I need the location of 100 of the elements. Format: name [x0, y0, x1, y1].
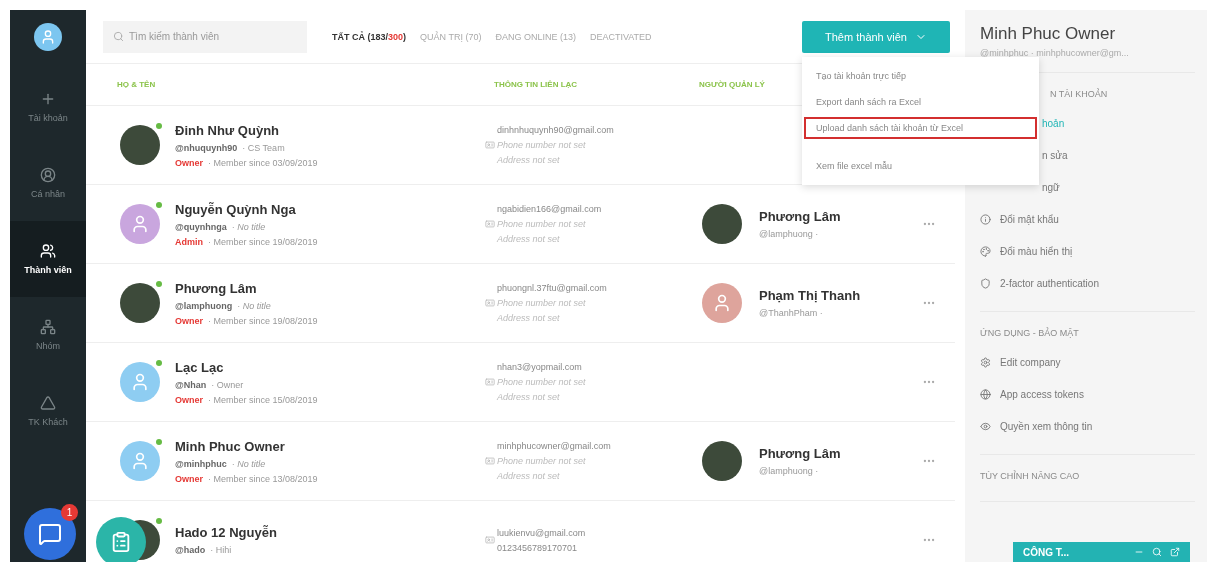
- member-since: · Member since 19/08/2019: [208, 236, 318, 247]
- phone-text: Phone number not set: [497, 456, 587, 466]
- member-name: Hado 12 Nguyễn: [175, 525, 278, 540]
- email-text: ngabidien166@gmail.com: [497, 204, 603, 214]
- notification-badge: 1: [61, 504, 78, 521]
- contact-card-icon: [485, 298, 495, 308]
- filter-tab[interactable]: QUẢN TRỊ (70): [420, 31, 482, 42]
- member-handle: @lamphuong: [175, 300, 233, 311]
- photo-placeholder: [120, 125, 160, 165]
- company-label: CÔNG T...: [1023, 546, 1070, 558]
- member-since: · Member since 15/08/2019: [208, 394, 318, 405]
- member-handle: @quynhnga: [175, 221, 227, 232]
- member-name: Đinh Như Quỳnh: [175, 122, 280, 138]
- member-title: · No title: [231, 458, 266, 469]
- menu-item[interactable]: Upload danh sách tài khoản từ Excel: [802, 114, 1039, 141]
- hierarchy-icon: [40, 319, 56, 335]
- sidebar-label: Nhóm: [36, 341, 60, 351]
- address-text: Address not set: [497, 313, 561, 323]
- external-link-icon[interactable]: [1170, 547, 1180, 557]
- email-text: nhan3@yopmail.com: [497, 362, 583, 372]
- address-text: Address not set: [497, 471, 561, 481]
- member-since: · Member since 13/08/2019: [208, 473, 318, 484]
- section-title: ỨNG DỤNG - BẢO MẬT: [980, 328, 1080, 338]
- section-title: N TÀI KHOẢN: [1049, 89, 1109, 99]
- member-title: · CS Team: [242, 142, 285, 153]
- sidebar-label: Thành viên: [24, 265, 72, 275]
- settings-item[interactable]: Đổi màu hiển thị: [980, 235, 1195, 267]
- phone-text: Phone number not set: [497, 377, 587, 387]
- eye-icon: [980, 420, 991, 432]
- person-icon: [130, 214, 150, 234]
- contact-card-icon: [485, 456, 495, 466]
- settings-item[interactable]: App access tokens: [980, 378, 1195, 410]
- search-field[interactable]: Tìm kiếm thành viên: [103, 20, 307, 53]
- manager-handle: @ThanhPham ·: [759, 308, 824, 318]
- triangle-icon: [40, 395, 56, 411]
- manager-name: Phương Lâm: [759, 446, 841, 461]
- palette-icon: [980, 245, 991, 257]
- sidebar-item[interactable]: Cá nhân: [10, 145, 86, 221]
- person-icon: [40, 167, 56, 183]
- sidebar-item[interactable]: Tài khoản: [10, 69, 86, 145]
- member-role: Owner: [175, 473, 203, 484]
- member-role: Owner: [175, 394, 203, 405]
- photo-placeholder: [120, 283, 160, 323]
- email-text: dinhnhuquynh90@gmail.com: [497, 125, 615, 135]
- member-title: · No title: [237, 300, 271, 311]
- person-icon: [130, 372, 150, 392]
- company-bar[interactable]: CÔNG T...: [1013, 542, 1190, 562]
- column-header: NGƯỜI QUẢN LÝ: [699, 80, 766, 89]
- info-icon: [980, 213, 991, 225]
- profile-name: Minh Phuc Owner: [980, 24, 1117, 44]
- member-role: Owner: [175, 157, 203, 168]
- contact-card-icon: [485, 219, 495, 229]
- manager-name: Phạm Thị Thanh: [759, 288, 861, 303]
- globe-icon: [980, 388, 991, 400]
- person-icon: [712, 293, 732, 313]
- member-title: · Hihi: [210, 545, 232, 555]
- sidebar-item[interactable]: TK Khách: [10, 373, 86, 449]
- settings-icon: [980, 356, 991, 368]
- sidebar-label: TK Khách: [28, 417, 68, 427]
- member-name: Minh Phuc Owner: [175, 438, 286, 454]
- member-handle: @hado: [175, 545, 206, 555]
- member-since: · Member since 19/08/2019: [208, 315, 318, 326]
- plus-icon: [40, 91, 56, 107]
- phone-text: 0123456789170701: [497, 542, 579, 553]
- settings-item[interactable]: Quyền xem thông tin: [980, 410, 1195, 442]
- column-header: THÔNG TIN LIÊN LẠC: [494, 80, 579, 89]
- settings-item[interactable]: 2-factor authentication: [980, 267, 1195, 299]
- chat-icon: [38, 522, 62, 546]
- add-member-button[interactable]: Thêm thành viên: [802, 20, 950, 53]
- address-text: Address not set: [497, 234, 561, 244]
- filter-tab[interactable]: TẤT CẢ (183/300): [332, 31, 407, 42]
- photo-placeholder: [702, 441, 742, 481]
- avatar[interactable]: [34, 23, 62, 51]
- address-text: Address not set: [497, 155, 561, 165]
- member-title: · No title: [231, 221, 266, 232]
- clipboard-icon: [110, 531, 132, 553]
- member-since: · Member since 03/09/2019: [208, 157, 318, 168]
- phone-text: Phone number not set: [497, 219, 587, 229]
- filter-tab[interactable]: DEACTIVATED: [589, 31, 652, 42]
- member-name: Phương Lâm: [175, 280, 258, 296]
- member-name: Lạc Lạc: [175, 359, 225, 375]
- settings-item[interactable]: Đổi mật khẩu: [980, 203, 1195, 235]
- manager-handle: @lamphuong ·: [759, 466, 820, 476]
- member-handle: @minhphuc: [175, 458, 227, 469]
- person-icon: [40, 29, 56, 45]
- filter-tab[interactable]: ĐANG ONLINE (13): [495, 31, 576, 42]
- contact-card-icon: [485, 377, 495, 387]
- contact-card-icon: [485, 535, 495, 545]
- section-title: TÙY CHỈNH NÂNG CAO: [980, 471, 1081, 481]
- sidebar-item[interactable]: Thành viên: [10, 221, 86, 297]
- member-name: Nguyễn Quỳnh Nga: [175, 201, 297, 217]
- member-title: · Owner: [211, 379, 244, 390]
- sidebar-item[interactable]: Nhóm: [10, 297, 86, 373]
- member-role: Owner: [175, 315, 203, 326]
- menu-item[interactable]: Export danh sách ra Excel: [802, 88, 1039, 115]
- clipboard-button[interactable]: [96, 517, 146, 562]
- manager-name: Phương Lâm: [759, 209, 841, 224]
- settings-item[interactable]: Edit company: [980, 346, 1195, 378]
- search-icon[interactable]: [1152, 547, 1162, 557]
- member-role: Admin: [175, 236, 203, 247]
